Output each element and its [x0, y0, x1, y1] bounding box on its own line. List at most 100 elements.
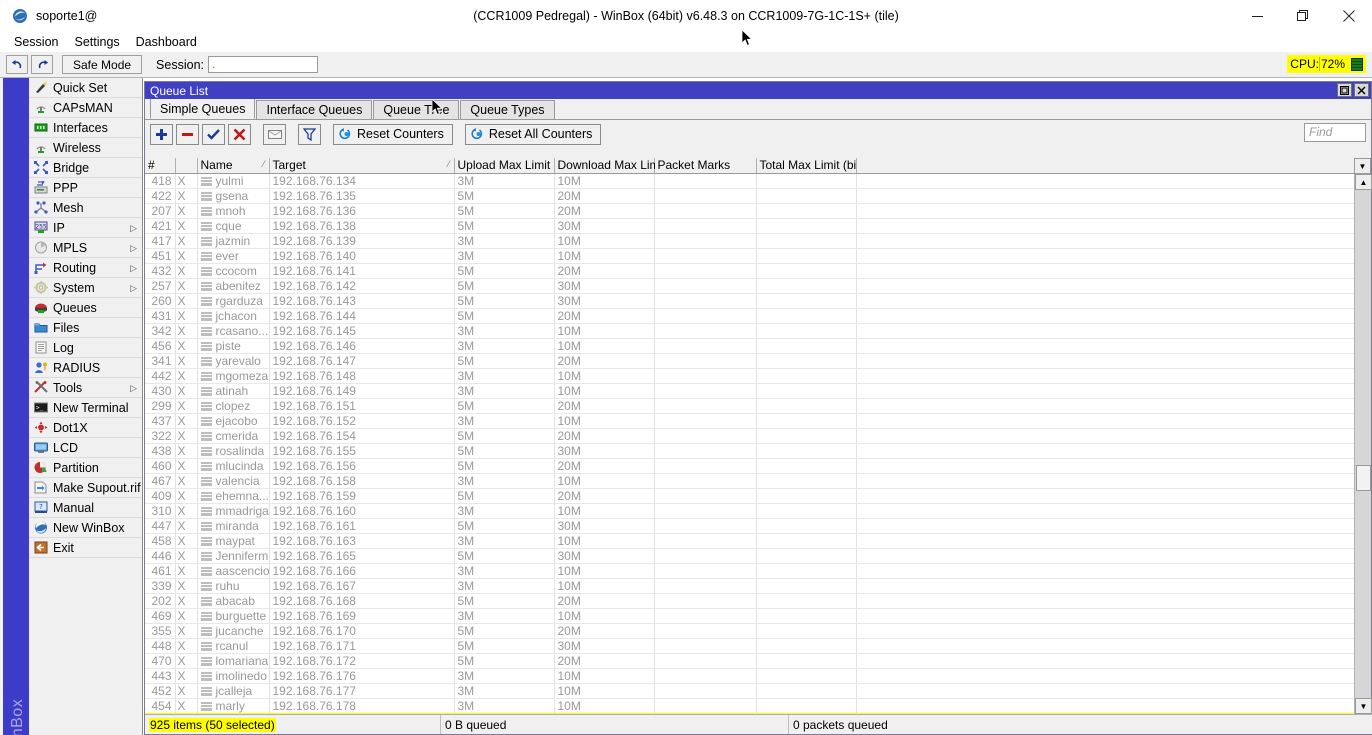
column-chooser-button[interactable]: ▼ [1354, 158, 1371, 174]
sidebar-item-system[interactable]: System ▷ [29, 278, 142, 298]
sidebar-item-bridge[interactable]: Bridge [29, 158, 142, 178]
disable-button[interactable] [228, 124, 251, 145]
sidebar-item-make-supout-rif[interactable]: Make Supout.rif [29, 478, 142, 498]
table-row[interactable]: 456Xpiste192.168.76.1463M10M [145, 338, 1371, 353]
table-row[interactable]: 437Xejacobo192.168.76.1523M10M [145, 413, 1371, 428]
sidebar-item-ip[interactable]: 255 IP ▷ [29, 218, 142, 238]
tab-simple-queues[interactable]: Simple Queues [150, 98, 255, 119]
sidebar-item-wireless[interactable]: Wireless [29, 138, 142, 158]
table-row[interactable]: 467Xvalencia192.168.76.1583M10M [145, 473, 1371, 488]
table-row[interactable]: 430Xatinah192.168.76.1493M10M [145, 383, 1371, 398]
vertical-scrollbar[interactable]: ▼ ▲ ▼ [1354, 158, 1371, 714]
enable-button[interactable] [202, 124, 225, 145]
table-row[interactable]: 461Xaascencio192.168.76.1663M10M [145, 563, 1371, 578]
table-row[interactable]: 355Xjucanche192.168.76.1705M20M [145, 623, 1371, 638]
session-input[interactable]: . [208, 56, 318, 73]
column-header-upload-max-limit[interactable]: Upload Max Limit [454, 158, 554, 173]
filter-button[interactable] [298, 124, 321, 145]
sidebar-item-ppp[interactable]: PPP [29, 178, 142, 198]
cell-flags: X [175, 203, 197, 218]
cell-target: 192.168.76.151 [269, 398, 454, 413]
sidebar-item-new-winbox[interactable]: New WinBox [29, 518, 142, 538]
sidebar-item-partition[interactable]: Partition [29, 458, 142, 478]
reset-all-counters-button[interactable]: Reset All Counters [465, 124, 602, 145]
sidebar-item-quick-set[interactable]: Quick Set [29, 78, 142, 98]
tab-queue-tree[interactable]: Queue Tree [373, 100, 459, 119]
table-row[interactable]: 342Xrcasano...192.168.76.1453M10M [145, 323, 1371, 338]
sidebar-item-queues[interactable]: Queues [29, 298, 142, 318]
column-header-total-max-limit[interactable]: Total Max Limit (bi... [756, 158, 856, 173]
restore-button[interactable] [1337, 83, 1352, 97]
table-row[interactable]: 448Xrcanul192.168.76.1715M30M [145, 638, 1371, 653]
table-row[interactable]: 339Xruhu192.168.76.1673M10M [145, 578, 1371, 593]
sidebar-item-mesh[interactable]: Mesh [29, 198, 142, 218]
sidebar-item-files[interactable]: Files [29, 318, 142, 338]
table-row[interactable]: 260Xrgarduza192.168.76.1435M30M [145, 293, 1371, 308]
find-input[interactable]: Find [1304, 123, 1366, 142]
table-row[interactable]: 458Xmaypat192.168.76.1633M10M [145, 533, 1371, 548]
maximize-button[interactable] [1280, 0, 1326, 32]
table-row[interactable]: 469Xburguette192.168.76.1693M10M [145, 608, 1371, 623]
close-button[interactable] [1326, 0, 1372, 32]
column-header-download-max-limit[interactable]: Download Max Limit [554, 158, 654, 173]
tab-queue-types[interactable]: Queue Types [460, 100, 554, 119]
sidebar-item-interfaces[interactable]: Interfaces [29, 118, 142, 138]
sidebar-item-new-terminal[interactable]: >_ New Terminal [29, 398, 142, 418]
column-header-flags[interactable] [175, 158, 197, 173]
remove-button[interactable] [176, 124, 199, 145]
sidebar-item-log[interactable]: Log [29, 338, 142, 358]
minimize-button[interactable] [1234, 0, 1280, 32]
table-row[interactable]: 442Xmgomeza192.168.76.1483M10M [145, 368, 1371, 383]
table-row[interactable]: 418Xyulmi192.168.76.1343M10M [145, 173, 1371, 188]
table-row[interactable]: 409Xehemna...192.168.76.1595M20M [145, 488, 1371, 503]
table-row[interactable]: 443Ximolinedo192.168.76.1763M10M [145, 668, 1371, 683]
safe-mode-button[interactable]: Safe Mode [62, 55, 142, 74]
scroll-up-button[interactable]: ▲ [1355, 174, 1372, 190]
table-row[interactable]: 432Xccocom192.168.76.1415M20M [145, 263, 1371, 278]
table-row[interactable]: 299Xclopez192.168.76.1515M20M [145, 398, 1371, 413]
sidebar-item-mpls[interactable]: MPLS ▷ [29, 238, 142, 258]
table-row[interactable]: 447Xmiranda192.168.76.1615M30M [145, 518, 1371, 533]
table-row[interactable]: 446XJenniferm192.168.76.1655M30M [145, 548, 1371, 563]
table-row[interactable]: 421Xcque192.168.76.1385M30M [145, 218, 1371, 233]
tab-interface-queues[interactable]: Interface Queues [256, 100, 372, 119]
undo-button[interactable] [6, 55, 28, 74]
redo-button[interactable] [31, 55, 53, 74]
table-row[interactable]: 422Xgsena192.168.76.1355M20M [145, 188, 1371, 203]
column-header-target[interactable]: Target⁄ [269, 158, 454, 173]
column-header-name[interactable]: Name⁄ [197, 158, 269, 173]
table-row[interactable]: 257Xabenitez192.168.76.1425M30M [145, 278, 1371, 293]
table-row[interactable]: 322Xcmerida192.168.76.1545M20M [145, 428, 1371, 443]
column-header-index[interactable]: # [145, 158, 175, 173]
sidebar-item-routing[interactable]: Routing ▷ [29, 258, 142, 278]
scroll-down-button[interactable]: ▼ [1355, 698, 1372, 714]
table-row[interactable]: 470Xlomariana192.168.76.1725M20M [145, 653, 1371, 668]
table-row[interactable]: 341Xyarevalo192.168.76.1475M20M [145, 353, 1371, 368]
table-row[interactable]: 460Xmlucinda192.168.76.1565M20M [145, 458, 1371, 473]
table-row[interactable]: 438Xrosalinda192.168.76.1555M30M [145, 443, 1371, 458]
table-row[interactable]: 451Xever192.168.76.1403M10M [145, 248, 1371, 263]
sidebar-item-lcd[interactable]: LCD [29, 438, 142, 458]
sidebar-item-tools[interactable]: Tools ▷ [29, 378, 142, 398]
scrollbar-thumb[interactable] [1356, 465, 1371, 491]
comment-button[interactable] [263, 124, 286, 145]
sidebar-item-exit[interactable]: Exit [29, 538, 142, 558]
close-button[interactable] [1354, 83, 1369, 97]
sidebar-item-manual[interactable]: ? Manual [29, 498, 142, 518]
table-row[interactable]: 454Xmarly192.168.76.1783M10M [145, 698, 1371, 713]
table-row[interactable]: 310Xmmadrigal192.168.76.1603M10M [145, 503, 1371, 518]
table-row[interactable]: 417Xjazmin192.168.76.1393M10M [145, 233, 1371, 248]
reset-counters-button[interactable]: Reset Counters [333, 124, 453, 145]
column-header-packet-marks[interactable]: Packet Marks [654, 158, 756, 173]
table-row[interactable]: 207Xmnoh192.168.76.1365M20M [145, 203, 1371, 218]
table-row[interactable]: 431Xjchacon192.168.76.1445M20M [145, 308, 1371, 323]
table-row[interactable]: 452Xjcalleja192.168.76.1773M10M [145, 683, 1371, 698]
menu-dashboard[interactable]: Dashboard [128, 33, 205, 51]
sidebar-item-radius[interactable]: RADIUS [29, 358, 142, 378]
menu-session[interactable]: Session [6, 33, 66, 51]
add-button[interactable] [150, 124, 173, 145]
menu-settings[interactable]: Settings [66, 33, 127, 51]
table-row[interactable]: 202Xabacab192.168.76.1685M20M [145, 593, 1371, 608]
sidebar-item-dot1x[interactable]: Dot1X [29, 418, 142, 438]
sidebar-item-capsman[interactable]: CAPsMAN [29, 98, 142, 118]
